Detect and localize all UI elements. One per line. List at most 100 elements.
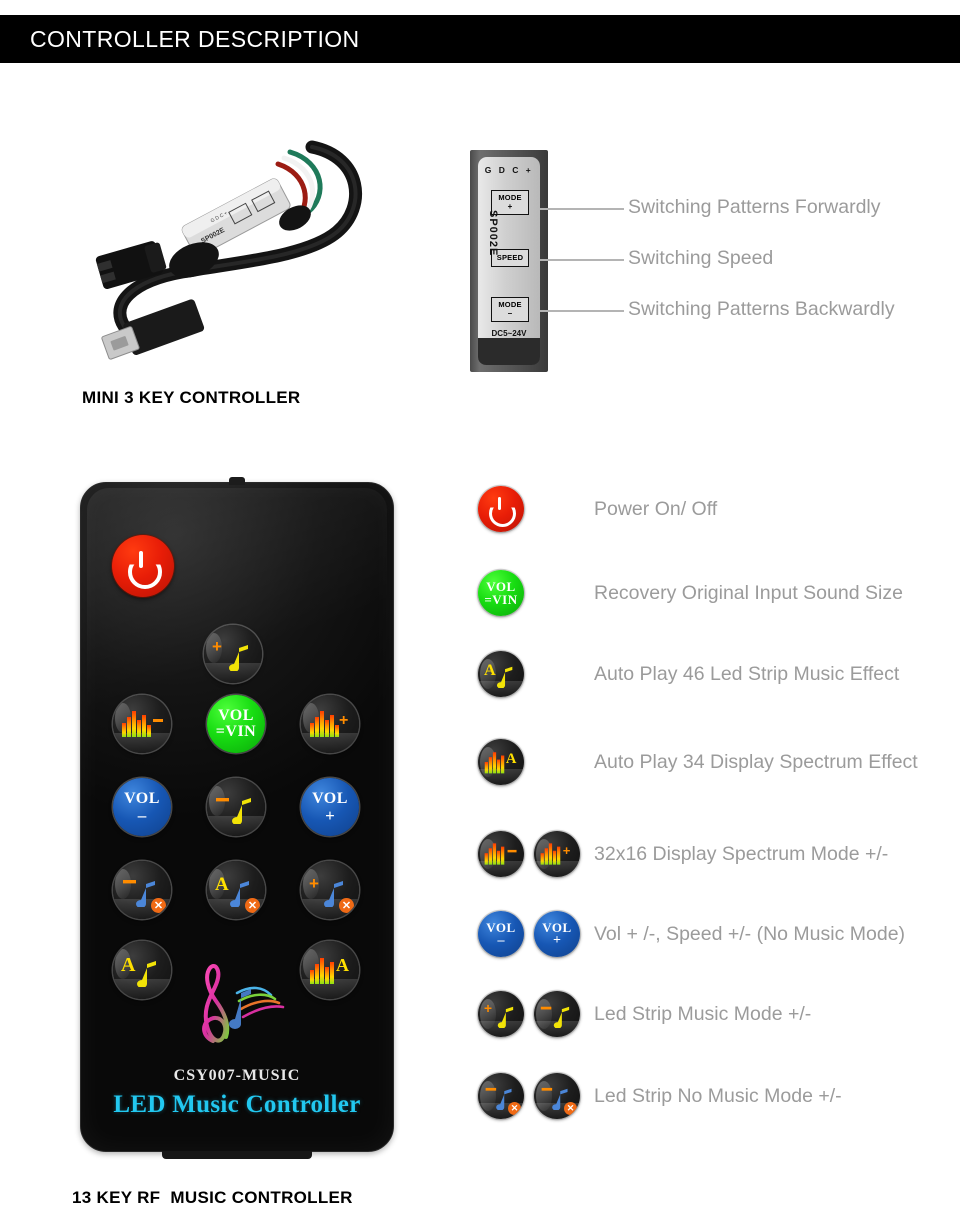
rf-remote-body: + VOL =VIN + VOL – VOL + ✕ A ✕ + ✕ A A C…	[80, 477, 394, 1159]
remote-spectrum-plus-button[interactable]: +	[301, 695, 359, 753]
remote-auto-music-effect-button[interactable]: A	[113, 941, 171, 999]
minus-music-note-x-icon: ✕	[478, 1073, 524, 1119]
svg-text:+: +	[309, 874, 319, 893]
legend-label: Recovery Original Input Sound Size	[594, 581, 903, 604]
vol-minus-icon: VOL –	[478, 911, 524, 957]
sp002e-voltage-label: DC5~24V	[491, 329, 527, 338]
auto-music-note-icon: A	[121, 953, 163, 987]
remote-brand-text: LED Music Controller	[113, 1091, 361, 1118]
legend-row-auto-music: A Auto Play 46 Led Strip Music Effect	[478, 645, 899, 703]
x-badge-icon: ✕	[508, 1102, 521, 1115]
legend-icons: +	[478, 991, 594, 1037]
mode-plus-label: MODE	[498, 193, 522, 203]
remote-no-music-plus-button[interactable]: + ✕	[301, 861, 359, 919]
callout-label-speed: Switching Speed	[628, 247, 774, 269]
spectrum-auto-icon: A	[308, 954, 352, 986]
remote-bottom-foot	[162, 1151, 312, 1159]
sp002e-closeup: G D C + MODE + SPEED MODE – SP002E DC5~2…	[470, 150, 548, 372]
power-icon	[128, 551, 162, 589]
callout-line-1	[540, 208, 624, 210]
minus-music-note-icon	[215, 790, 257, 824]
remote-auto-spectrum-effect-button[interactable]: A	[301, 941, 359, 999]
legend-row-auto-spectrum: A Auto Play 34 Display Spectrum Effect	[478, 733, 918, 791]
vol-up-sign: +	[325, 805, 335, 825]
remote-music-mode-plus-button[interactable]: +	[204, 625, 262, 683]
legend-label: Auto Play 34 Display Spectrum Effect	[594, 750, 918, 773]
legend-row-spectrum-mode: + 32x16 Display Spectrum Mode +/-	[478, 825, 888, 883]
speed-label: SPEED	[496, 253, 524, 263]
x-badge-icon: ✕	[564, 1102, 577, 1115]
power-icon	[478, 486, 524, 532]
legend-icons: ✕ ✕	[478, 1073, 594, 1119]
remote-vol-vin-button[interactable]: VOL =VIN	[207, 695, 265, 753]
callout-line-3	[540, 310, 624, 312]
page-header: CONTROLLER DESCRIPTION	[0, 15, 960, 63]
spectrum-minus-icon	[478, 831, 524, 877]
legend-row-volume: VOL – VOL + Vol + /-, Speed +/- (No Music …	[478, 905, 905, 963]
legend-icons: VOL =VIN	[478, 570, 594, 616]
svg-text:+: +	[212, 637, 222, 656]
svg-text:A: A	[121, 954, 136, 976]
legend-label: Power On/ Off	[594, 497, 718, 520]
vol-plus-icon: VOL +	[312, 789, 348, 825]
remote-power-button[interactable]	[112, 535, 174, 597]
legend-row-no-music-mode: ✕ ✕ Led Strip No Music Mode +/-	[478, 1067, 842, 1125]
remote-music-mode-minus-button[interactable]	[207, 778, 265, 836]
svg-text:+: +	[339, 712, 348, 729]
mini-controller-illustration: SP002E G D C +	[95, 140, 363, 360]
legend-label: 32x16 Display Spectrum Mode +/-	[594, 842, 889, 865]
plus-music-note-icon: +	[478, 991, 524, 1037]
svg-text:+: +	[484, 1001, 492, 1016]
sp002e-mode-minus-button[interactable]: MODE –	[491, 297, 529, 322]
plus-music-note-icon: +	[212, 637, 254, 671]
sp002e-pin-labels: G D C +	[484, 165, 534, 175]
page-title: CONTROLLER DESCRIPTION	[30, 25, 360, 52]
spectrum-plus-icon: +	[308, 709, 352, 739]
remote-volume-up-button[interactable]: VOL +	[301, 778, 359, 836]
x-badge-icon: ✕	[151, 898, 166, 913]
remote-volume-down-button[interactable]: VOL –	[113, 778, 171, 836]
mini-controller-photo: SP002E G D C +	[62, 112, 392, 367]
minus-music-note-x-icon: ✕	[534, 1073, 580, 1119]
sp002e-face: G D C + MODE + SPEED MODE – SP002E DC5~2…	[478, 157, 540, 365]
callout-label-forward: Switching Patterns Forwardly	[628, 196, 881, 218]
remote-auto-no-music-button[interactable]: A ✕	[207, 861, 265, 919]
legend-icons: A	[478, 739, 594, 785]
vol-vin-line1: VOL	[218, 707, 254, 724]
svg-text:A: A	[484, 661, 496, 679]
vol-down-sign: –	[137, 805, 147, 825]
legend-icons: VOL – VOL +	[478, 911, 594, 957]
spectrum-auto-icon: A	[478, 739, 524, 785]
remote-top-nub	[229, 477, 245, 485]
legend-row-power: Power On/ Off	[478, 480, 717, 538]
remote-no-music-minus-button[interactable]: ✕	[113, 861, 171, 919]
sp002e-model-label: SP002E	[487, 210, 499, 257]
remote-caption: 13 KEY RF MUSIC CONTROLLER	[72, 1188, 353, 1207]
vol-minus-icon: VOL –	[124, 789, 160, 825]
vol-vin-icon: VOL =VIN	[478, 570, 524, 616]
vol-vin-line2: =VIN	[215, 723, 257, 740]
spectrum-minus-icon	[120, 709, 164, 739]
svg-text:A: A	[215, 874, 229, 895]
callout-label-backward: Switching Patterns Backwardly	[628, 298, 895, 320]
mode-minus-sign: –	[507, 308, 513, 318]
vol-up-label: VOL	[312, 789, 348, 807]
vol-vin-icon: VOL =VIN	[216, 708, 256, 740]
legend-icons: A	[478, 651, 594, 697]
legend-row-music-mode: + Led Strip Music Mode +/-	[478, 985, 811, 1043]
remote-spectrum-minus-button[interactable]	[113, 695, 171, 753]
callout-line-2	[540, 259, 624, 261]
legend-label: Led Strip No Music Mode +/-	[594, 1084, 842, 1107]
legend-label: Auto Play 46 Led Strip Music Effect	[594, 662, 900, 685]
spectrum-plus-icon: +	[534, 831, 580, 877]
legend-label: Led Strip Music Mode +/-	[594, 1002, 812, 1025]
music-logo-icon	[169, 953, 299, 1051]
mode-plus-sign: +	[507, 201, 513, 211]
legend-label: Vol + /-, Speed +/- (No Music Mode)	[594, 922, 906, 945]
auto-music-note-icon: A	[478, 651, 524, 697]
remote-model-text: CSY007-MUSIC	[173, 1067, 301, 1084]
svg-text:A: A	[506, 751, 517, 767]
vol-plus-icon: VOL +	[534, 911, 580, 957]
svg-text:+: +	[563, 843, 571, 858]
vol-down-label: VOL	[124, 789, 160, 807]
